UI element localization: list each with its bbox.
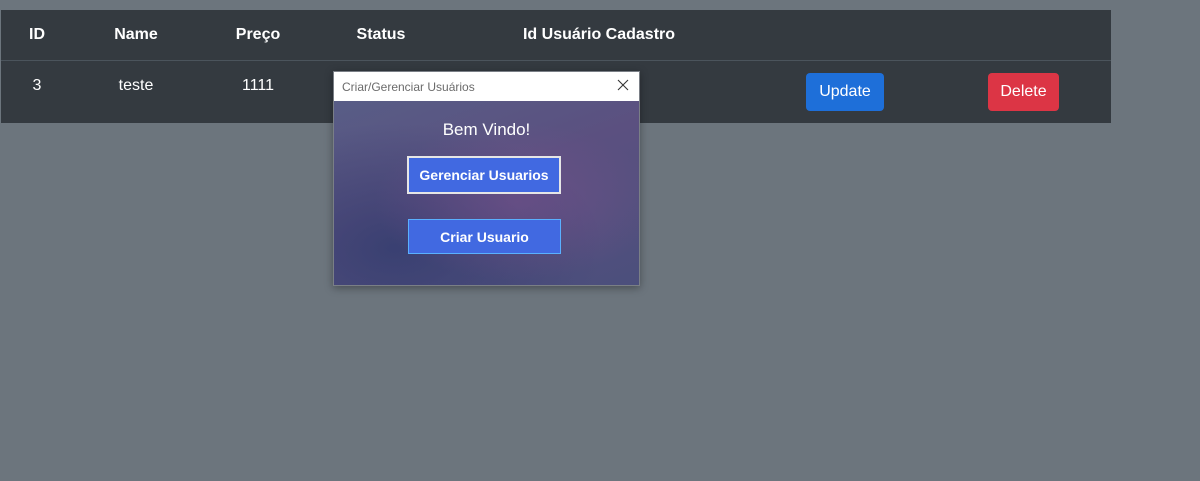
- delete-button[interactable]: Delete: [988, 73, 1059, 111]
- column-header-name: Name: [114, 26, 158, 43]
- column-header-status: Status: [356, 26, 406, 43]
- cell-name: teste: [118, 77, 154, 94]
- cell-price: 1111: [241, 77, 275, 94]
- cell-id: 3: [32, 77, 42, 94]
- dialog-body: Bem Vindo! Gerenciar Usuarios Criar Usua…: [334, 101, 639, 285]
- manage-users-button[interactable]: Gerenciar Usuarios: [407, 156, 561, 194]
- dialog-title: Criar/Gerenciar Usuários: [342, 80, 475, 94]
- page-background: ID Name Preço Status Id Usuário Cadastro…: [0, 0, 1200, 481]
- update-button[interactable]: Update: [806, 73, 884, 111]
- column-header-user-id: Id Usuário Cadastro: [522, 26, 676, 43]
- column-header-id: ID: [29, 26, 45, 43]
- close-button[interactable]: [613, 76, 633, 96]
- welcome-heading: Bem Vindo!: [442, 120, 531, 139]
- column-header-price: Preço: [235, 26, 281, 43]
- table-header-row: ID Name Preço Status Id Usuário Cadastro: [1, 10, 1111, 61]
- close-icon: [617, 79, 629, 91]
- create-user-button[interactable]: Criar Usuario: [408, 219, 561, 254]
- dialog-titlebar[interactable]: Criar/Gerenciar Usuários: [334, 72, 639, 101]
- user-management-dialog: Criar/Gerenciar Usuários Bem Vindo! Gere…: [333, 71, 640, 286]
